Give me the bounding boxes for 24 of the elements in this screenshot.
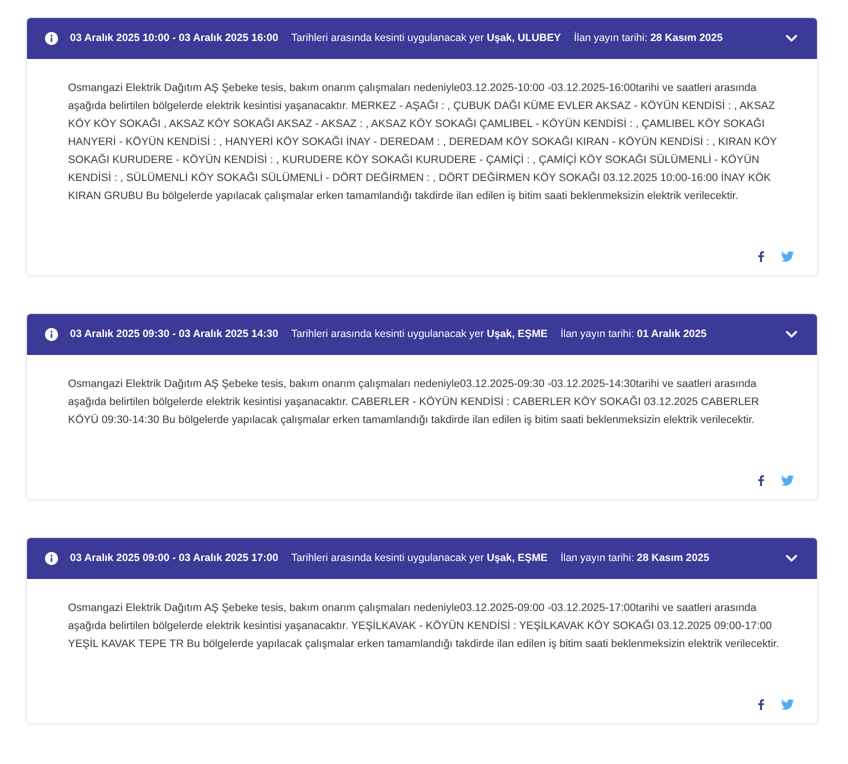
- chevron-down-icon[interactable]: [786, 331, 797, 338]
- notice-text: Osmangazi Elektrik Dağıtım AŞ Şebeke tesis, bakım onarım çalışmaları nedeniyle03.12.2025-09:30 -03.12.2025-14:30tarihi ve saatleri arasında aşağıda belirtilen bölgelerde elektrik kesintisi yaşanacaktır. CABERLER - KÖYÜN KENDİSİ : CABERLER KÖY SOKAĞI 03.12.2025 CABERLER KÖYÜ 09:30-14:30 Bu bölgelerde yapılacak çalışmalar erken tamamlandığı takdirde ilan edilen iş bitim saati beklenmeksizin elektrik verilecektir.: [68, 377, 760, 428]
- notice-text: Osmangazi Elektrik Dağıtım AŞ Şebeke tesis, bakım onarım çalışmaları nedeniyle03.12.2025-10:00 -03.12.2025-16:00tarihi ve saatleri arasında aşağıda belirtilen bölgelerde elektrik kesintisi yaşanacaktır. MERKEZ - AŞAĞI : , ÇUBUK DAĞI KÜME EVLER AKSAZ - KÖYÜN KENDİSİ : , AKSAZ KÖY KÖY SOKAĞI , AKSAZ KÖY SOKAĞI AKSAZ - AKSAZ : , AKSAZ KÖY SOKAĞI ÇAMLIBEL - KÖYÜN KENDİSİ : , ÇAMLIBEL KÖY SOKAĞI HANYERİ - KÖYÜN KENDİSİ : , HANYERİ KÖY SOKAĞI İNAY - DEREDAM : , DEREDAM KÖY SOKAĞI KIRAN - KÖYÜN KENDİSİ : , KIRAN KÖY SOKAĞI KURUDERE - KÖYÜN KENDİSİ : , KURUDERE KÖY SOKAĞI KURUDERE - ÇAMİÇİ : , ÇAMİÇİ KÖY SOKAĞI SÜLÜMENLİ - KÖYÜN KENDİSİ : , SÜLÜMENLİ KÖY SOKAĞI SÜLÜMENLİ - DÖRT DEĞİRMEN : , DÖRT DEĞİRMEN KÖY SOKAĞI 03.12.2025 10:00-16:00 İNAY KÖK KIRAN GRUBU Bu bölgelerde yapılacak çalışmalar erken tamamlandığı takdirde ilan edilen iş bitim saati beklenmeksizin elektrik verilecektir.: [68, 81, 778, 204]
- location-text: Tarihleri arasında kesinti uygulanacak yer Uşak, EŞME: [291, 550, 548, 566]
- published-date: İlan yayın tarihi: 28 Kasım 2025: [560, 550, 710, 566]
- chevron-down-icon[interactable]: [786, 555, 797, 562]
- facebook-icon[interactable]: [758, 251, 764, 262]
- facebook-icon[interactable]: [758, 475, 764, 486]
- info-icon: [45, 32, 58, 45]
- location-text: Tarihleri arasında kesinti uygulanacak yer Uşak, EŞME: [291, 326, 548, 342]
- chevron-down-icon[interactable]: [786, 35, 797, 42]
- facebook-icon[interactable]: [758, 699, 764, 710]
- notice-header[interactable]: 03 Aralık 2025 10:00 - 03 Aralık 2025 16:00 Tarihleri arasında kesinti uygulanacak yer Uşak, ULUBEY İlan yayın tarihi: 28 Kasım 2025: [27, 18, 817, 59]
- date-range: 03 Aralık 2025 09:30 - 03 Aralık 2025 14:30: [70, 326, 278, 342]
- notice-header[interactable]: 03 Aralık 2025 09:00 - 03 Aralık 2025 17:00 Tarihleri arasında kesinti uygulanacak yer Uşak, EŞME İlan yayın tarihi: 28 Kasım 2025: [27, 538, 817, 579]
- date-range: 03 Aralık 2025 10:00 - 03 Aralık 2025 16:00: [70, 30, 278, 46]
- notice-text: Osmangazi Elektrik Dağıtım AŞ Şebeke tesis, bakım onarım çalışmaları nedeniyle03.12.2025-09:00 -03.12.2025-17:00tarihi ve saatleri arasında aşağıda belirtilen bölgelerde elektrik kesintisi yaşanacaktır. YEŞİLKAVAK - KÖYÜN KENDİSİ : YEŞİLKAVAK KÖY SOKAĞI 03.12.2025 09:00-17:00 YEŞİL KAVAK TEPE TR Bu bölgelerde yapılacak çalışmalar erken tamamlandığı takdirde ilan edilen iş bitim saati beklenmeksizin elektrik verilecektir.: [68, 601, 780, 652]
- published-date: İlan yayın tarihi: 28 Kasım 2025: [574, 30, 723, 46]
- location-text: Tarihleri arasında kesinti uygulanacak yer Uşak, ULUBEY: [291, 30, 561, 46]
- info-icon: [45, 328, 58, 341]
- date-range: 03 Aralık 2025 09:00 - 03 Aralık 2025 17:00: [70, 550, 278, 566]
- notice-header[interactable]: 03 Aralık 2025 09:30 - 03 Aralık 2025 14:30 Tarihleri arasında kesinti uygulanacak yer Uşak, EŞME İlan yayın tarihi: 01 Aralık 2025: [27, 314, 817, 355]
- published-date: İlan yayın tarihi: 01 Aralık 2025: [560, 326, 707, 342]
- info-icon: [45, 552, 58, 565]
